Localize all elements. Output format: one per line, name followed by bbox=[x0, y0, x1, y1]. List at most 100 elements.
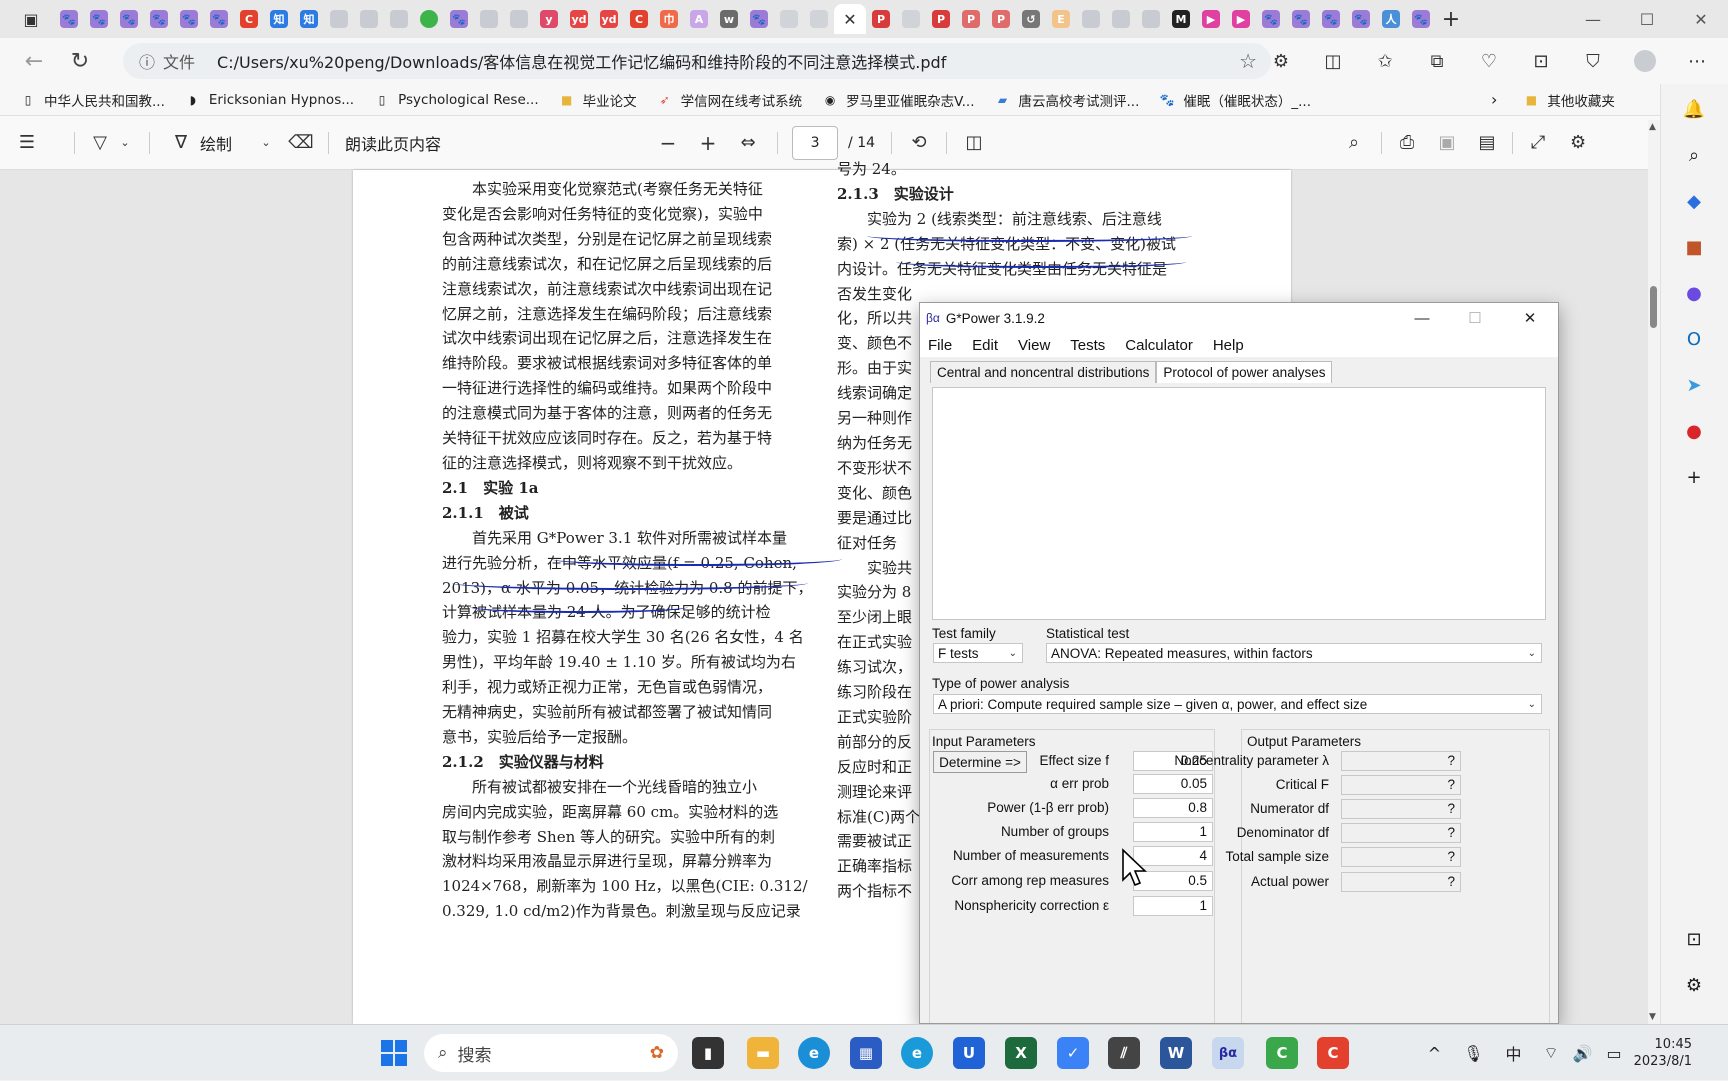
tab-video[interactable]: ▶ bbox=[1196, 4, 1226, 34]
tab-doc[interactable] bbox=[804, 4, 834, 34]
app-icon[interactable]: ● bbox=[1681, 418, 1707, 444]
tab-page[interactable] bbox=[1076, 4, 1106, 34]
refresh-button[interactable]: ↻ bbox=[60, 43, 100, 79]
groups-input[interactable]: 1 bbox=[1133, 822, 1213, 842]
ie-icon[interactable]: e bbox=[901, 1037, 933, 1069]
tab-zhihu[interactable]: 知 bbox=[264, 4, 294, 34]
tab-video[interactable]: ▶ bbox=[1226, 4, 1256, 34]
task-view-icon[interactable]: ▮ bbox=[692, 1037, 724, 1069]
determine-button[interactable]: Determine => bbox=[933, 751, 1027, 773]
url-bar[interactable]: ⓘ 文件 C:/Users/xu%20peng/Downloads/客体信息在视… bbox=[123, 43, 1271, 79]
tab-pdf[interactable]: P bbox=[926, 4, 956, 34]
cnki-app-icon[interactable]: C bbox=[1317, 1037, 1349, 1069]
menu-calculator[interactable]: Calculator bbox=[1125, 337, 1193, 354]
tab-page[interactable] bbox=[1136, 4, 1166, 34]
save-icon[interactable]: ▣ bbox=[1434, 125, 1460, 161]
bookmark-folder[interactable]: ■ 毕业论文 bbox=[559, 90, 637, 110]
tab-page[interactable] bbox=[384, 4, 414, 34]
windows-start-icon[interactable] bbox=[378, 1037, 410, 1069]
tab-baidu[interactable]: 🐾 bbox=[54, 4, 84, 34]
pdf-scrollbar[interactable]: ▲ ▼ bbox=[1648, 120, 1660, 1024]
eraser-icon[interactable]: ⌫ bbox=[288, 125, 314, 161]
fullscreen-icon[interactable]: ⤢ bbox=[1525, 125, 1551, 161]
tab-pdf[interactable]: P bbox=[956, 4, 986, 34]
tab-cnki[interactable]: C bbox=[624, 4, 654, 34]
tab-wechat[interactable] bbox=[414, 4, 444, 34]
tab-zhihu[interactable]: 知 bbox=[294, 4, 324, 34]
statistical-test-select[interactable]: ANOVA: Repeated measures, within factors… bbox=[1046, 643, 1542, 663]
menu-help[interactable]: Help bbox=[1213, 337, 1244, 354]
tab-baidu[interactable]: 🐾 bbox=[744, 4, 774, 34]
tab-protocol[interactable]: Protocol of power analyses bbox=[1156, 361, 1333, 383]
split-screen-icon[interactable]: ◫ bbox=[1307, 42, 1359, 80]
tab-youdao[interactable]: yd bbox=[564, 4, 594, 34]
other-favorites-folder[interactable]: ■ 其他收藏夹 bbox=[1523, 90, 1615, 110]
gpower-titlebar[interactable]: βα G*Power 3.1.9.2 — ☐ ✕ bbox=[920, 303, 1558, 333]
tab-current-pdf[interactable]: ✕ bbox=[834, 4, 866, 34]
menu-tests[interactable]: Tests bbox=[1070, 337, 1105, 354]
capture-icon[interactable]: ⊡ bbox=[1681, 926, 1707, 952]
notification-bell-icon[interactable]: 🔔 bbox=[1681, 96, 1707, 122]
tab-youdao[interactable]: yd bbox=[594, 4, 624, 34]
info-icon[interactable]: ⓘ bbox=[139, 49, 155, 73]
page-number-input[interactable]: 3 bbox=[792, 125, 839, 160]
word-icon[interactable]: W bbox=[1160, 1037, 1192, 1069]
tab-actions-icon[interactable]: ▣ bbox=[16, 4, 46, 34]
tab-page[interactable] bbox=[474, 4, 504, 34]
tab-baidu[interactable]: 🐾 bbox=[1316, 4, 1346, 34]
more-options-icon[interactable]: ⋯ bbox=[1671, 42, 1723, 80]
favorites-icon[interactable]: ✩ bbox=[1359, 42, 1411, 80]
highlight-icon[interactable]: ▽ bbox=[87, 125, 113, 161]
maximize-icon[interactable]: ☐ bbox=[1451, 303, 1499, 333]
tab-baidu[interactable]: 🐾 bbox=[1256, 4, 1286, 34]
tab-w[interactable]: w bbox=[714, 4, 744, 34]
search-icon[interactable]: ⌕ bbox=[1681, 142, 1707, 168]
close-icon[interactable]: ✕ bbox=[843, 10, 856, 29]
outlook-icon[interactable]: O bbox=[1681, 326, 1707, 352]
zoom-out-icon[interactable]: − bbox=[655, 125, 681, 161]
scroll-up-icon[interactable]: ▲ bbox=[1649, 122, 1656, 132]
scroll-down-icon[interactable]: ▼ bbox=[1649, 1012, 1656, 1022]
bookmark-item[interactable]: 🐾 催眠（催眠状态）_... bbox=[1159, 90, 1311, 110]
bookmark-item[interactable]: ▯ Psychological Rese... bbox=[374, 92, 539, 108]
security-icon[interactable]: ⛉ bbox=[1567, 42, 1619, 80]
tab-page[interactable] bbox=[1106, 4, 1136, 34]
tab-baidu[interactable]: 🐾 bbox=[114, 4, 144, 34]
battery-icon[interactable]: ▭ bbox=[1606, 1044, 1621, 1063]
tab-doc[interactable] bbox=[774, 4, 804, 34]
tab-baidu[interactable]: 🐾 bbox=[1406, 4, 1436, 34]
save-as-icon[interactable]: ▤ bbox=[1474, 125, 1500, 161]
add-icon[interactable]: + bbox=[1681, 464, 1707, 490]
tab-distributions[interactable]: Central and noncentral distributions bbox=[930, 361, 1157, 383]
bookmark-item[interactable]: ➶ 学信网在线考试系统 bbox=[657, 90, 803, 110]
microphone-icon[interactable]: 🎙 bbox=[1463, 1044, 1483, 1063]
tab-e[interactable]: E bbox=[1046, 4, 1076, 34]
new-tab-button[interactable]: + bbox=[1436, 4, 1466, 34]
tab-baidu[interactable]: 🐾 bbox=[1346, 4, 1376, 34]
tools-icon[interactable]: ■ bbox=[1681, 234, 1707, 260]
close-icon[interactable]: ✕ bbox=[1506, 303, 1554, 333]
bookmarks-more-chevron-icon[interactable]: › bbox=[1491, 90, 1497, 109]
tab-pdf[interactable]: P bbox=[986, 4, 1016, 34]
menu-edit[interactable]: Edit bbox=[972, 337, 998, 354]
contents-icon[interactable]: ☰ bbox=[14, 125, 40, 161]
tab-page[interactable] bbox=[504, 4, 534, 34]
green-app-icon[interactable]: C bbox=[1266, 1037, 1298, 1069]
gpower-taskbar-icon[interactable]: βα bbox=[1212, 1037, 1244, 1069]
edge-icon[interactable]: e bbox=[798, 1037, 830, 1069]
minimize-icon[interactable]: — bbox=[1398, 303, 1446, 333]
fit-width-icon[interactable]: ⇔ bbox=[735, 125, 761, 161]
search-icon[interactable]: ⌕ bbox=[1341, 125, 1367, 161]
copilot-icon[interactable]: ● bbox=[1681, 280, 1707, 306]
tab-baidu[interactable]: 🐾 bbox=[174, 4, 204, 34]
wifi-icon[interactable]: ⌔ bbox=[1544, 1043, 1559, 1063]
tab-m[interactable]: M bbox=[1166, 4, 1196, 34]
menu-view[interactable]: View bbox=[1018, 337, 1050, 354]
url-text[interactable]: C:/Users/xu%20peng/Downloads/客体信息在视觉工作记忆… bbox=[217, 49, 946, 73]
tab-baidu[interactable]: 🐾 bbox=[144, 4, 174, 34]
tab-ren[interactable]: 人 bbox=[1376, 4, 1406, 34]
send-icon[interactable]: ➤ bbox=[1681, 372, 1707, 398]
chevron-up-icon[interactable]: ^ bbox=[1428, 1044, 1441, 1063]
bookmark-item[interactable]: ◉ 罗马里亚催眠杂志V... bbox=[822, 90, 975, 110]
scrollbar-thumb[interactable] bbox=[1650, 286, 1657, 328]
